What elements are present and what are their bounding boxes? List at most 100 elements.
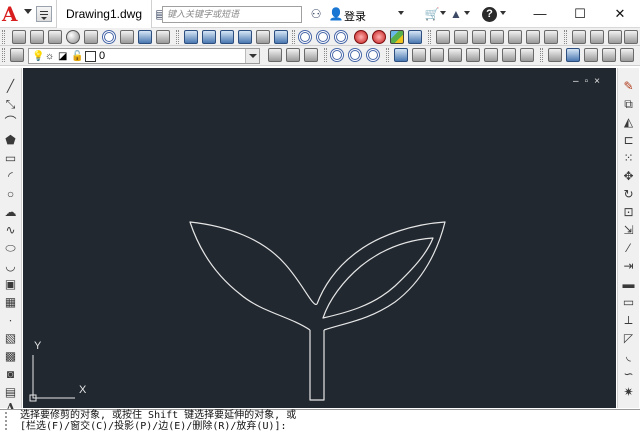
check-icon[interactable]	[624, 30, 638, 44]
planar-surface-icon[interactable]	[256, 30, 270, 44]
login-chevron-icon[interactable]	[398, 11, 404, 15]
toolbar-grip[interactable]	[428, 30, 431, 44]
toolbar-grip[interactable]	[176, 30, 179, 44]
separate-icon[interactable]	[590, 30, 604, 44]
3d-array-icon[interactable]	[408, 30, 422, 44]
toolbar-grip[interactable]	[2, 30, 5, 44]
extrude-faces-icon[interactable]	[436, 30, 450, 44]
explode-icon[interactable]: ✷	[622, 386, 635, 399]
region-icon[interactable]: ◙	[4, 368, 17, 381]
toolbar-grip[interactable]	[324, 48, 327, 62]
sweep-icon[interactable]	[184, 30, 198, 44]
copy-icon[interactable]: ⧉	[622, 98, 635, 111]
rotate-icon[interactable]: ↻	[622, 188, 635, 201]
binoculars-icon[interactable]: ⚇	[308, 6, 324, 22]
polyline-icon[interactable]: ⌒	[4, 116, 17, 129]
gradient-icon[interactable]: ▩	[4, 350, 17, 363]
extrude-icon[interactable]	[138, 30, 152, 44]
blend-curves-icon[interactable]: ∽	[622, 368, 635, 381]
interfere-icon[interactable]	[394, 48, 408, 62]
ellipse-icon[interactable]: ⬭	[4, 242, 17, 255]
command-line[interactable]: 选择要修剪的对象, 或按住 Shift 键选择要延伸的对象, 或 [栏选(F)/…	[0, 409, 640, 432]
offset-edge-icon[interactable]	[520, 48, 534, 62]
exchange-chevron-icon[interactable]	[464, 11, 470, 15]
close-button[interactable]: ✕	[600, 0, 640, 28]
document-tab[interactable]: Drawing1.dwg	[56, 0, 152, 28]
layer-lock-icon[interactable]: 🔓	[71, 51, 83, 62]
cone-icon[interactable]	[48, 30, 62, 44]
mirror-icon[interactable]: ◭	[622, 116, 635, 129]
erase-icon[interactable]: ✎	[622, 80, 635, 93]
login-button[interactable]: 登录	[344, 8, 366, 24]
solid-edit-icon[interactable]	[412, 48, 426, 62]
maximize-button[interactable]: ☐	[560, 0, 600, 28]
join-icon[interactable]: ⟂	[622, 314, 635, 327]
point-icon[interactable]: ∙	[4, 314, 17, 327]
quick-access-customize-button[interactable]	[36, 6, 52, 22]
union-icon[interactable]	[330, 48, 344, 62]
shell-icon[interactable]	[608, 30, 622, 44]
move-faces-icon[interactable]	[454, 30, 468, 44]
toolbar-grip[interactable]	[2, 48, 5, 62]
slice-icon[interactable]	[274, 30, 288, 44]
rotate-faces-icon[interactable]	[508, 30, 522, 44]
delete-faces-icon[interactable]	[490, 30, 504, 44]
layer-dropdown[interactable]: 💡 ☼ ◪ 🔓 0	[28, 48, 260, 64]
subtract-icon[interactable]	[348, 48, 362, 62]
minimize-button[interactable]: —	[520, 0, 560, 28]
wedge-icon[interactable]	[30, 30, 44, 44]
ellipse-arc-icon[interactable]: ◡	[4, 260, 17, 273]
help-icon[interactable]: ?	[482, 7, 497, 22]
polygon-icon[interactable]: ⬟	[4, 134, 17, 147]
drawing-canvas[interactable]: –▫× Y X	[23, 68, 616, 408]
extract-edges-icon[interactable]	[502, 48, 516, 62]
copy-faces-icon[interactable]	[544, 30, 558, 44]
box-icon[interactable]	[12, 30, 26, 44]
3d-rotate-icon[interactable]	[372, 30, 386, 44]
cart-icon[interactable]: 🛒	[424, 6, 440, 22]
presspull-icon[interactable]	[220, 30, 234, 44]
layer-freeze-sun-icon[interactable]: ☼	[45, 51, 56, 62]
arc-icon[interactable]: ◜	[4, 170, 17, 183]
cart-chevron-icon[interactable]	[440, 11, 446, 15]
thicken-icon[interactable]	[602, 48, 616, 62]
help-chevron-icon[interactable]	[500, 11, 506, 15]
table-icon[interactable]: ▤	[4, 386, 17, 399]
extend-icon[interactable]: ⇥	[622, 260, 635, 273]
search-input[interactable]: 键入关键字或短语	[162, 6, 302, 23]
autocad-logo-icon[interactable]: A	[2, 4, 22, 24]
trim-icon[interactable]: ⁄	[622, 242, 635, 255]
break-icon[interactable]: ▭	[622, 296, 635, 309]
intersect-icon[interactable]	[366, 48, 380, 62]
toolbar-grip[interactable]	[540, 48, 543, 62]
layer-properties-icon[interactable]	[10, 48, 24, 62]
toolbar-grip[interactable]	[564, 30, 567, 44]
chamfer-icon[interactable]: ◸	[622, 332, 635, 345]
torus-icon[interactable]	[102, 30, 116, 44]
color-edges-icon[interactable]	[466, 48, 480, 62]
pyramid-icon[interactable]	[120, 30, 134, 44]
app-menu-chevron-icon[interactable]	[24, 9, 32, 14]
convert-to-surface-icon[interactable]	[584, 48, 598, 62]
copy-edges-icon[interactable]	[484, 48, 498, 62]
chamfer-edge-icon[interactable]	[448, 48, 462, 62]
offset-faces-icon[interactable]	[472, 30, 486, 44]
chevron-down-icon[interactable]	[245, 49, 259, 63]
layer-vp-freeze-icon[interactable]: ◪	[58, 51, 69, 62]
stretch-icon[interactable]: ⇲	[622, 224, 635, 237]
fillet-edge-icon[interactable]	[430, 48, 444, 62]
layer-previous-icon[interactable]	[286, 48, 300, 62]
section-plane-icon[interactable]	[548, 48, 562, 62]
convert-to-solid-icon[interactable]	[566, 48, 580, 62]
sphere-icon[interactable]	[66, 30, 80, 44]
user-icon[interactable]: 👤	[328, 6, 344, 22]
make-block-icon[interactable]: ▦	[4, 296, 17, 309]
3d-align-icon[interactable]	[390, 30, 404, 44]
command-line-grip[interactable]	[5, 412, 13, 430]
layer-state-icon[interactable]	[304, 48, 318, 62]
subtract-icon[interactable]	[316, 30, 330, 44]
rectangle-icon[interactable]: ▭	[4, 152, 17, 165]
union-icon[interactable]	[298, 30, 312, 44]
fillet-icon[interactable]: ◟	[622, 350, 635, 363]
line-icon[interactable]: ╱	[4, 80, 17, 93]
